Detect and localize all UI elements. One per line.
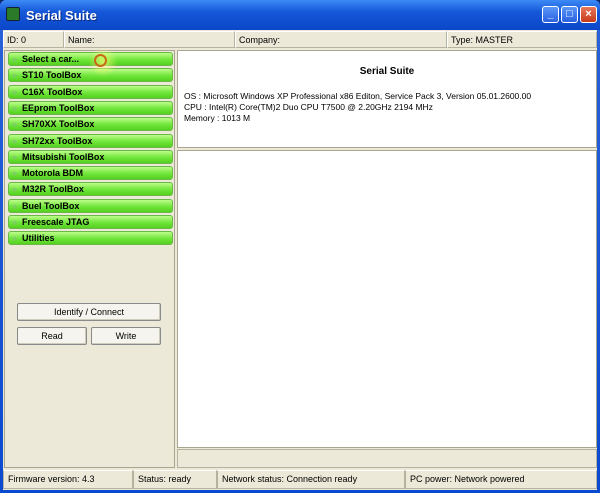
title-bar: Serial Suite _ □ × xyxy=(0,0,600,30)
read-button[interactable]: Read xyxy=(17,327,87,345)
chevron-right-icon: » xyxy=(12,70,18,81)
menu-item-label: Mitsubishi ToolBox xyxy=(22,151,105,162)
type-field: Type: MASTER xyxy=(447,31,597,48)
menu-item-label: Freescale JTAG xyxy=(22,217,90,227)
app-icon xyxy=(6,7,20,21)
system-info-panel: Serial Suite OS : Microsoft Windows XP P… xyxy=(177,50,597,148)
menu-item-label: EEprom ToolBox xyxy=(22,102,95,113)
company-field: Company: xyxy=(235,31,447,48)
menu-item-label: SH72xx ToolBox xyxy=(22,135,93,146)
mouse-cursor-icon xyxy=(94,54,107,67)
menu-item-mitsubishi-toolbox[interactable]: » Mitsubishi ToolBox xyxy=(8,149,173,164)
chevron-right-icon: » xyxy=(12,184,18,195)
network-status: Network status: Connection ready xyxy=(217,470,405,489)
menu-item-label: C16X ToolBox xyxy=(22,86,83,97)
name-field: Name: xyxy=(64,31,235,48)
menu-item-c16x-toolbox[interactable]: » C16X ToolBox xyxy=(8,84,173,99)
firmware-status: Firmware version: 4.3 xyxy=(3,470,133,489)
menu-item-label: Select a car... xyxy=(22,54,80,64)
toolbox-panel: Identify / Connect Read Write » Select a … xyxy=(4,50,175,468)
maximize-button[interactable]: □ xyxy=(561,6,578,23)
power-status: PC power: Network powered xyxy=(405,470,597,489)
menu-item-m32r-toolbox[interactable]: » M32R ToolBox xyxy=(8,182,173,197)
menu-item-sh70xx-toolbox[interactable]: » SH70XX ToolBox xyxy=(8,117,173,132)
chevron-right-icon: » xyxy=(12,86,18,97)
menu-item-freescale-jtag[interactable]: » Freescale JTAG xyxy=(8,215,173,229)
close-button[interactable]: × xyxy=(580,6,597,23)
info-title: Serial Suite xyxy=(359,66,415,77)
menu-item-label: Utilities xyxy=(22,233,55,244)
chevron-right-icon: » xyxy=(12,233,18,244)
os-info: OS : Microsoft Windows XP Professional x… xyxy=(184,91,532,101)
app-window: Serial Suite _ □ × ID: 0 Name: Company: … xyxy=(0,0,600,493)
chevron-right-icon: » xyxy=(12,200,18,211)
cpu-info: CPU : Intel(R) Core(TM)2 Duo CPU T7500 @… xyxy=(184,102,433,112)
minimize-button[interactable]: _ xyxy=(542,6,559,23)
write-button[interactable]: Write xyxy=(91,327,161,345)
ready-status: Status: ready xyxy=(133,470,217,489)
chevron-right-icon: » xyxy=(12,151,18,162)
menu-item-sh72xx-toolbox[interactable]: » SH72xx ToolBox xyxy=(8,133,173,148)
chevron-right-icon: » xyxy=(12,54,18,64)
chevron-right-icon: » xyxy=(12,135,18,146)
client-area: ID: 0 Name: Company: Type: MASTER Identi… xyxy=(3,30,597,490)
menu-item-buel-toolbox[interactable]: » Buel ToolBox xyxy=(8,198,173,213)
identify-connect-button[interactable]: Identify / Connect xyxy=(17,303,161,321)
memory-info: Memory : 1013 M xyxy=(184,113,251,123)
menu-item-utilities[interactable]: » Utilities xyxy=(8,231,173,246)
chevron-right-icon: » xyxy=(12,217,18,227)
menu-item-label: ST10 ToolBox xyxy=(22,70,82,81)
window-title: Serial Suite xyxy=(26,8,97,23)
menu-item-label: Buel ToolBox xyxy=(22,200,80,211)
chevron-right-icon: » xyxy=(12,168,18,179)
menu-item-motorola-bdm[interactable]: » Motorola BDM xyxy=(8,166,173,181)
output-area xyxy=(177,150,597,448)
menu-item-label: SH70XX ToolBox xyxy=(22,119,95,130)
progress-strip xyxy=(177,449,597,468)
id-field: ID: 0 xyxy=(3,31,64,48)
menu-item-label: Motorola BDM xyxy=(22,168,83,179)
chevron-right-icon: » xyxy=(12,102,18,113)
menu-item-label: M32R ToolBox xyxy=(22,184,84,195)
menu-item-eeprom-toolbox[interactable]: » EEprom ToolBox xyxy=(8,100,173,115)
chevron-right-icon: » xyxy=(12,119,18,130)
